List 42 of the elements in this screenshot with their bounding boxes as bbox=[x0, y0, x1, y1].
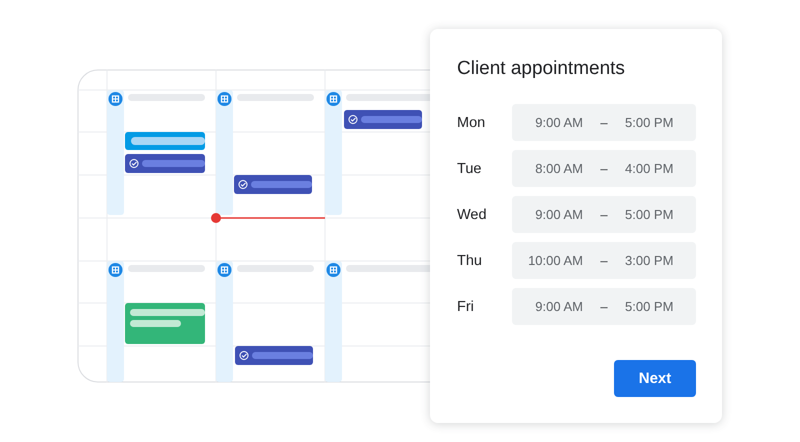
day-label: Tue bbox=[457, 160, 482, 176]
dialog-title: Client appointments bbox=[457, 57, 626, 81]
start-time: 9:00 AM bbox=[534, 115, 583, 130]
time-range-field[interactable]: 9:00 AM – 5:00 PM bbox=[512, 288, 696, 325]
time-range-field[interactable]: 10:00 AM – 3:00 PM bbox=[512, 242, 696, 279]
check-circle-icon bbox=[238, 180, 248, 189]
check-circle-icon bbox=[240, 351, 248, 360]
time-range-field[interactable]: 9:00 AM – 5:00 PM bbox=[512, 196, 696, 233]
day-label: Fri bbox=[457, 298, 475, 314]
calendar-icon bbox=[326, 92, 340, 106]
range-dash: – bbox=[599, 115, 609, 130]
start-time: 8:00 AM bbox=[534, 161, 583, 176]
calendar-icon bbox=[108, 92, 122, 106]
start-time: 9:00 AM bbox=[534, 207, 583, 222]
start-time: 10:00 AM bbox=[527, 253, 583, 268]
calendar-icon bbox=[218, 263, 232, 277]
range-dash: – bbox=[599, 253, 609, 268]
calendar-icon bbox=[108, 263, 122, 277]
end-time: 5:00 PM bbox=[625, 207, 674, 222]
placeholder-bar bbox=[252, 352, 313, 359]
time-range-field[interactable]: 8:00 AM – 4:00 PM bbox=[512, 150, 696, 187]
end-time: 4:00 PM bbox=[625, 161, 674, 176]
range-dash: – bbox=[599, 161, 609, 176]
end-time: 3:00 PM bbox=[625, 253, 674, 268]
day-label: Thu bbox=[457, 252, 483, 268]
day-label: Mon bbox=[457, 114, 486, 130]
time-range-field[interactable]: 9:00 AM – 5:00 PM bbox=[512, 104, 696, 141]
range-dash: – bbox=[599, 299, 609, 314]
next-button[interactable]: Next bbox=[614, 360, 696, 397]
placeholder-bar bbox=[251, 181, 312, 188]
check-circle-icon bbox=[130, 159, 138, 168]
check-circle-icon bbox=[348, 115, 358, 124]
placeholder-bar bbox=[130, 320, 181, 327]
start-time: 9:00 AM bbox=[534, 299, 583, 314]
calendar-icon bbox=[326, 263, 340, 277]
placeholder-bar bbox=[142, 160, 205, 167]
calendar-icon bbox=[218, 92, 232, 106]
end-time: 5:00 PM bbox=[625, 299, 674, 314]
range-dash: – bbox=[599, 207, 609, 222]
day-label: Wed bbox=[457, 206, 488, 222]
end-time: 5:00 PM bbox=[625, 115, 674, 130]
placeholder-bar bbox=[361, 116, 422, 123]
